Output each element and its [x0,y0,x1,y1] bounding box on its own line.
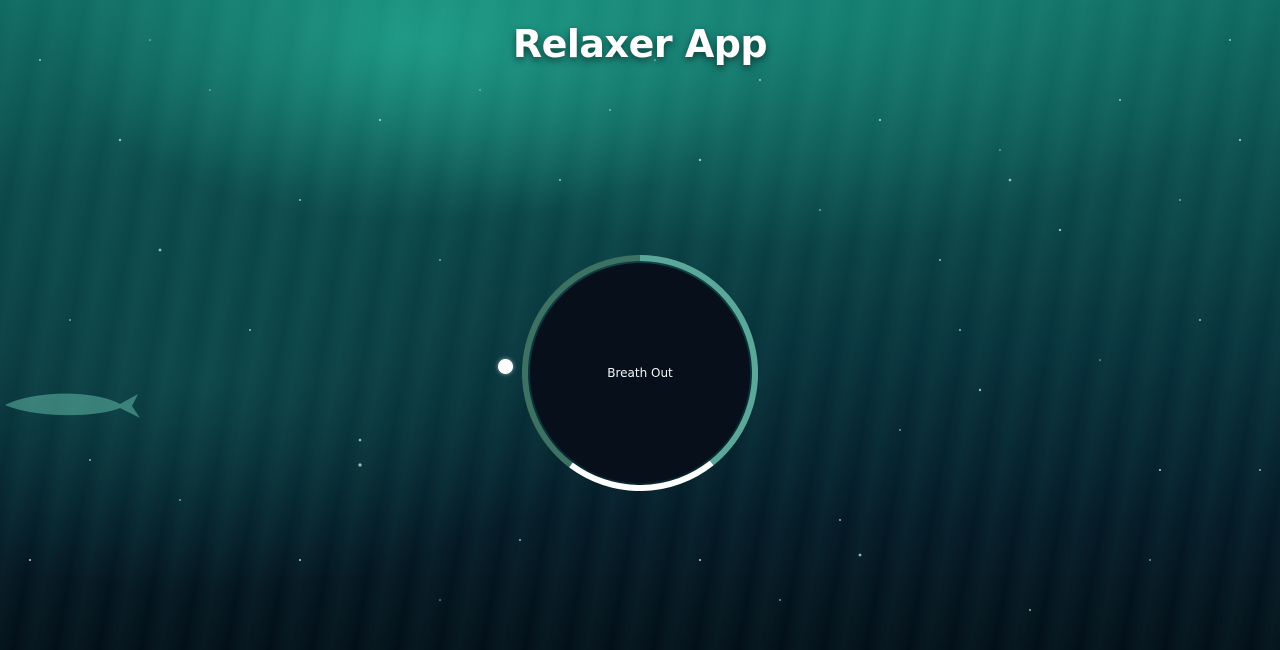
breath-pointer [498,359,513,374]
app-title: Relaxer App [512,22,768,66]
fish-silhouette [5,393,140,418]
breath-core: Breath Out [530,263,750,483]
breath-circle: Breath Out [520,253,760,493]
breath-phase-text: Breath Out [607,366,673,380]
